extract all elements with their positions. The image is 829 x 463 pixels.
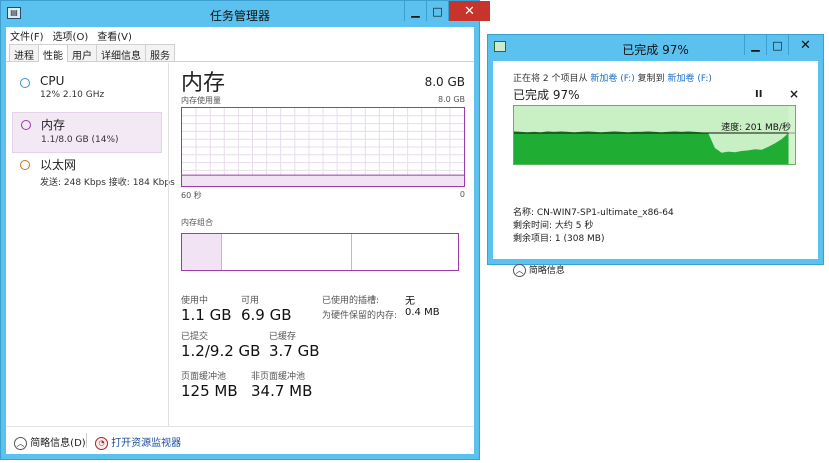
composition-in-use bbox=[182, 234, 222, 270]
memory-used-area bbox=[182, 175, 464, 186]
menu-options[interactable]: 选项(O) bbox=[49, 27, 94, 43]
cached-value: 3.7 GB bbox=[269, 342, 320, 360]
menu-bar: 文件(F) 选项(O) 查看(V) bbox=[6, 27, 137, 43]
nonpaged-pool-label: 非页面缓冲池 bbox=[251, 372, 306, 382]
copy-time-left: 剩余时间: 大约 5 秒 bbox=[513, 221, 594, 231]
menu-file[interactable]: 文件(F) bbox=[6, 27, 49, 43]
pane-divider[interactable] bbox=[168, 63, 169, 426]
paged-pool-label: 页面缓冲池 bbox=[181, 372, 227, 382]
cached-label: 已缓存 bbox=[269, 332, 297, 342]
task-manager-footer: ︿ 简略信息(D) ◔ 打开资源监视器 bbox=[6, 426, 474, 454]
committed-value: 1.2/9.2 GB bbox=[181, 342, 261, 360]
copy-close-button[interactable]: ✕ bbox=[788, 35, 822, 55]
available-value: 6.9 GB bbox=[241, 306, 292, 324]
page-title: 内存 bbox=[181, 71, 226, 96]
tab-processes[interactable]: 进程 bbox=[9, 44, 39, 62]
copy-minimize-button[interactable]: ▁ bbox=[744, 35, 766, 55]
nonpaged-pool-value: 34.7 MB bbox=[251, 382, 313, 400]
copy-mid: 复制到 bbox=[637, 74, 665, 84]
copy-remaining-area bbox=[788, 106, 795, 164]
tab-performance[interactable]: 性能 bbox=[38, 44, 68, 62]
tab-users[interactable]: 用户 bbox=[67, 44, 97, 62]
cpu-ring-icon bbox=[20, 78, 30, 88]
copy-fewer-details-button[interactable]: ︿ 简略信息 bbox=[513, 263, 565, 277]
task-manager-client: 文件(F) 选项(O) 查看(V) 进程 性能 用户 详细信息 服务 CPU 1… bbox=[6, 27, 474, 454]
copy-prefix: 正在将 2 个项目从 bbox=[513, 74, 588, 84]
copy-titlebar[interactable]: 已完成 97% ▁ □ ✕ bbox=[488, 35, 823, 61]
sidebar-item-detail: 12% 2.10 GHz bbox=[40, 90, 105, 100]
available-label: 可用 bbox=[241, 296, 260, 306]
sidebar-item-ethernet[interactable]: 以太网 发送: 248 Kbps 接收: 184 Kbps bbox=[12, 153, 175, 194]
copy-client: 正在将 2 个项目从 新加卷 (F:) 复制到 新加卷 (F:) 已完成 97%… bbox=[493, 61, 818, 277]
pause-button[interactable]: II bbox=[755, 89, 762, 100]
paged-pool-value: 125 MB bbox=[181, 382, 238, 400]
memory-composition-bar bbox=[181, 233, 459, 271]
performance-pane: CPU 12% 2.10 GHz 内存 1.1/8.0 GB (14%) 以太网… bbox=[6, 63, 474, 426]
sidebar-item-detail: 1.1/8.0 GB (14%) bbox=[41, 135, 119, 145]
in-use-value: 1.1 GB bbox=[181, 306, 232, 324]
tab-details[interactable]: 详细信息 bbox=[96, 44, 146, 62]
copy-description: 正在将 2 个项目从 新加卷 (F:) 复制到 新加卷 (F:) bbox=[513, 71, 712, 84]
footer-divider bbox=[86, 433, 87, 448]
ethernet-ring-icon bbox=[20, 160, 30, 170]
sidebar-item-label: CPU bbox=[40, 74, 65, 88]
copy-fewer-details-label: 简略信息 bbox=[528, 266, 565, 276]
copy-progress-window: 已完成 97% ▁ □ ✕ 正在将 2 个项目从 新加卷 (F:) 复制到 新加… bbox=[487, 34, 824, 277]
close-button[interactable]: ✕ bbox=[448, 1, 490, 21]
copy-maximize-button[interactable]: □ bbox=[766, 35, 788, 55]
graph-time-right: 0 bbox=[459, 190, 465, 199]
memory-total: 8.0 GB bbox=[424, 75, 465, 89]
reserved-label: 为硬件保留的内存: bbox=[322, 311, 398, 321]
copy-speed-graph-svg bbox=[514, 106, 795, 164]
sidebar-item-label: 以太网 bbox=[40, 158, 77, 172]
chevron-up-icon: ︿ bbox=[14, 436, 27, 450]
copy-destination-link[interactable]: 新加卷 (F:) bbox=[668, 74, 712, 84]
memory-usage-graph bbox=[181, 107, 465, 187]
chevron-up-icon: ︿ bbox=[513, 264, 526, 277]
task-manager-titlebar[interactable]: ▤ 任务管理器 ▁ □ ✕ bbox=[1, 1, 490, 27]
in-use-label: 使用中 bbox=[181, 296, 209, 306]
copy-speed-text: 速度: 201 MB/秒 bbox=[721, 123, 791, 133]
fewer-details-label: 简略信息(D) bbox=[30, 438, 86, 449]
copy-items-left: 剩余项目: 1 (308 MB) bbox=[513, 234, 605, 244]
resource-monitor-icon: ◔ bbox=[95, 436, 108, 450]
resource-sidebar: CPU 12% 2.10 GHz 内存 1.1/8.0 GB (14%) 以太网… bbox=[12, 71, 175, 194]
graph-time-left: 60 秒 bbox=[181, 191, 202, 200]
copy-percent: 已完成 97% bbox=[513, 88, 580, 102]
slots-value: 无 bbox=[405, 296, 415, 307]
usage-graph-max: 8.0 GB bbox=[438, 95, 465, 104]
committed-label: 已提交 bbox=[181, 332, 209, 342]
memory-usage-graph-svg bbox=[182, 108, 464, 186]
menu-view[interactable]: 查看(V) bbox=[93, 27, 137, 43]
maximize-button[interactable]: □ bbox=[426, 1, 448, 21]
cancel-button[interactable]: × bbox=[789, 87, 799, 101]
sidebar-item-detail: 发送: 248 Kbps 接收: 184 Kbps bbox=[40, 178, 175, 188]
minimize-button[interactable]: ▁ bbox=[404, 1, 426, 21]
copy-source-link[interactable]: 新加卷 (F:) bbox=[590, 74, 634, 84]
task-manager-window: ▤ 任务管理器 ▁ □ ✕ 文件(F) 选项(O) 查看(V) 进程 性能 用户… bbox=[0, 0, 490, 460]
reserved-value: 0.4 MB bbox=[405, 307, 440, 318]
slots-label: 已使用的插槽: bbox=[322, 296, 380, 306]
copy-file-name: 名称: CN-WIN7-SP1-ultimate_x86-64 bbox=[513, 208, 674, 218]
sidebar-item-memory[interactable]: 内存 1.1/8.0 GB (14%) bbox=[12, 112, 162, 153]
sidebar-item-cpu[interactable]: CPU 12% 2.10 GHz bbox=[12, 71, 162, 112]
resource-monitor-label: 打开资源监视器 bbox=[111, 438, 182, 449]
fewer-details-button[interactable]: ︿ 简略信息(D) bbox=[14, 434, 86, 450]
usage-graph-label: 内存使用量 bbox=[181, 96, 221, 105]
copy-speed-area bbox=[514, 131, 789, 164]
resource-monitor-link[interactable]: ◔ 打开资源监视器 bbox=[95, 434, 181, 450]
composition-standby bbox=[222, 234, 352, 270]
sidebar-item-label: 内存 bbox=[41, 118, 66, 132]
tab-strip: 进程 性能 用户 详细信息 服务 bbox=[6, 44, 474, 62]
tab-services[interactable]: 服务 bbox=[145, 44, 175, 62]
copy-speed-graph: 速度: 201 MB/秒 bbox=[513, 105, 796, 165]
memory-detail: 内存 8.0 GB 内存使用量 8.0 GB 60 秒 0 内存组合 使用中 1… bbox=[181, 63, 465, 426]
composition-label: 内存组合 bbox=[181, 218, 213, 227]
memory-ring-icon bbox=[21, 120, 31, 130]
